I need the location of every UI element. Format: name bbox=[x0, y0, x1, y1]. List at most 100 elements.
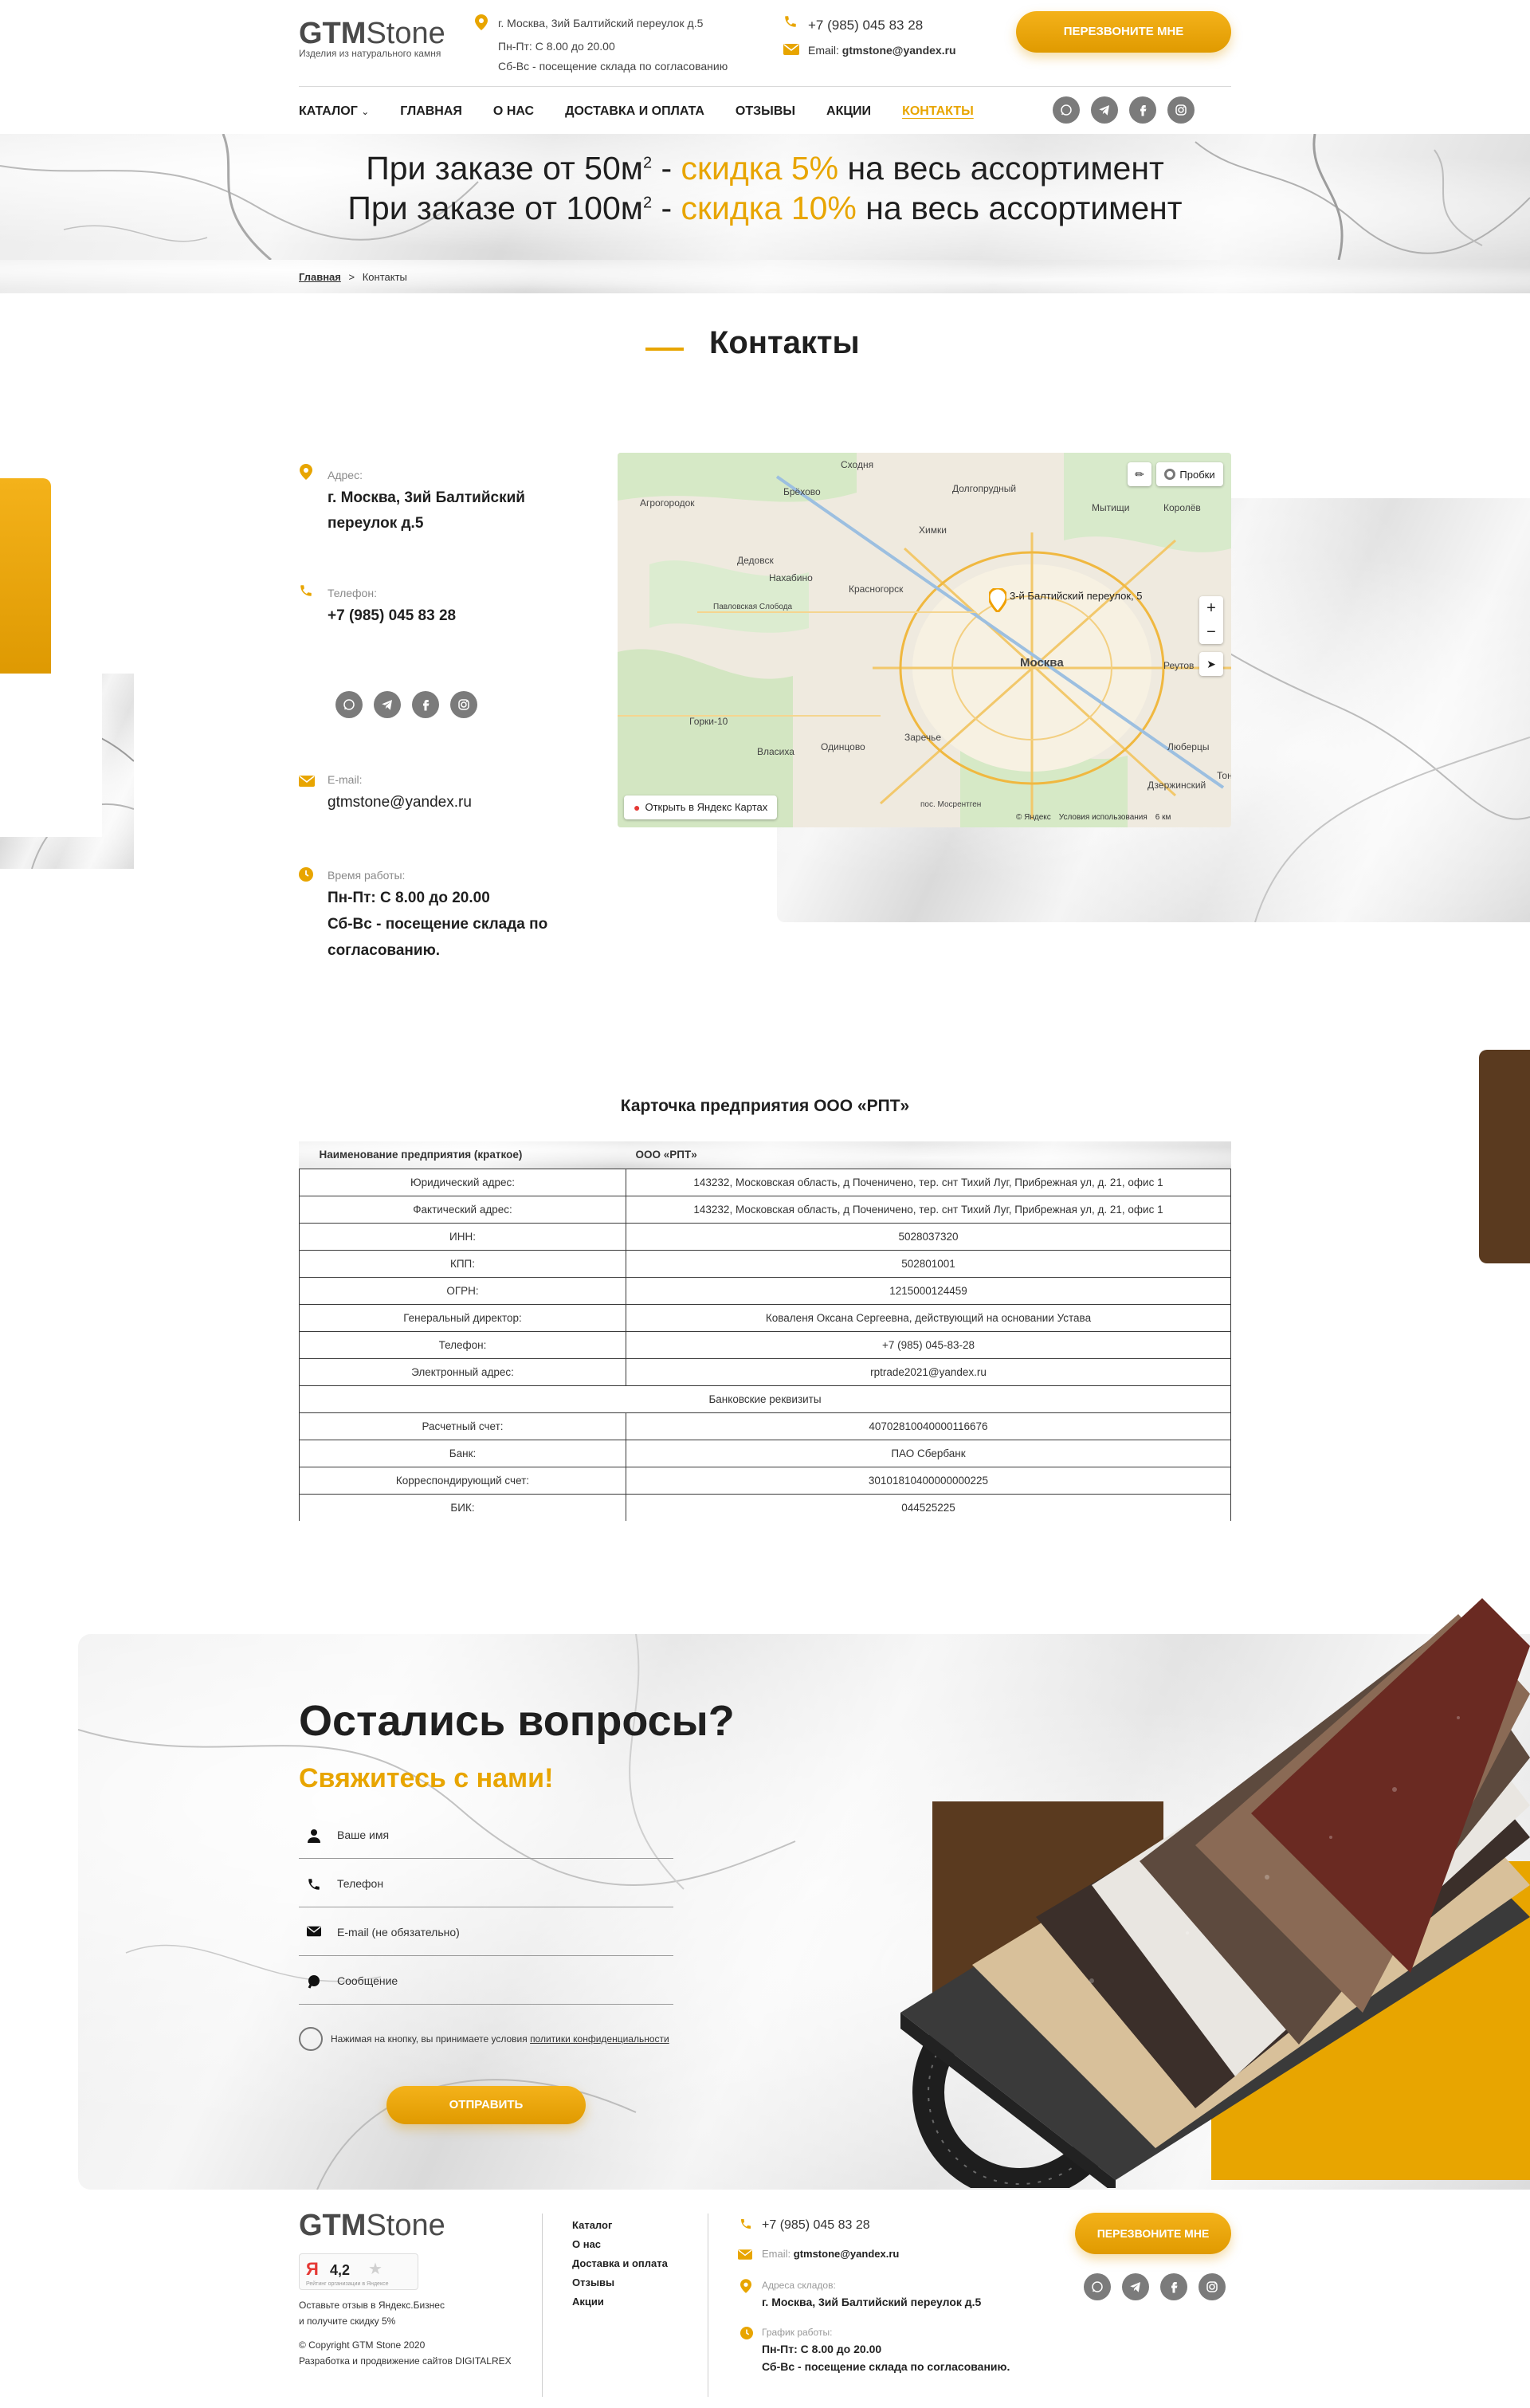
breadcrumb-home[interactable]: Главная bbox=[299, 271, 341, 283]
yandex-logo-icon: Я bbox=[306, 2259, 319, 2279]
breadcrumb-current: Контакты bbox=[362, 271, 407, 283]
consent-text: Нажимая на кнопку, вы принимаете условия… bbox=[331, 2033, 669, 2045]
table-label-cell: Генеральный директор: bbox=[299, 1303, 626, 1332]
rating-value: 4,2 bbox=[330, 2262, 351, 2278]
title-dash bbox=[645, 348, 684, 351]
logo[interactable]: GTMStone Изделия из натурального камня bbox=[299, 18, 445, 59]
whatsapp-icon[interactable] bbox=[1053, 96, 1080, 124]
map-scale: 6 км bbox=[1155, 813, 1171, 822]
phone-label: Телефон: bbox=[328, 587, 377, 599]
instagram-icon[interactable] bbox=[1167, 96, 1195, 124]
map-marker-label: 3-й Балтийский переулок, 5 bbox=[1010, 590, 1143, 602]
rating-caption: Рейтинг организации в Яндексе bbox=[306, 2281, 389, 2287]
header-email[interactable]: gtmstone@yandex.ru bbox=[842, 44, 956, 57]
map-place-label: Москва bbox=[1020, 656, 1064, 670]
contact-info: Адрес: г. Москва, 3ий Балтийский переуло… bbox=[299, 462, 586, 964]
nav-item-reviews[interactable]: Отзывы bbox=[736, 104, 795, 119]
table-label-cell: Электронный адрес: bbox=[299, 1357, 626, 1386]
footer-copyright: © Copyright GTM Stone 2020 bbox=[299, 2339, 426, 2351]
map-place-label: Долгопрудный bbox=[952, 483, 1017, 494]
facebook-icon[interactable] bbox=[412, 691, 439, 718]
map-marker[interactable] bbox=[987, 587, 1008, 616]
footer-logo[interactable]: GTMStone bbox=[299, 2210, 445, 2241]
whatsapp-icon[interactable] bbox=[335, 691, 363, 718]
consent-checkbox[interactable] bbox=[299, 2027, 323, 2051]
telegram-icon[interactable] bbox=[1122, 2273, 1149, 2300]
chat-bubble-icon bbox=[307, 1974, 321, 1989]
phone-icon bbox=[783, 14, 798, 33]
hours-line-1: Пн-Пт: С 8.00 до 20.00 bbox=[328, 890, 490, 906]
nav-item-home[interactable]: Главная bbox=[400, 104, 462, 119]
instagram-icon[interactable] bbox=[450, 691, 477, 718]
nav-item-about[interactable]: О нас bbox=[493, 104, 534, 119]
map-place-label: пос. Мосрентген bbox=[920, 800, 982, 809]
traffic-icon bbox=[1164, 469, 1176, 480]
map-place-label: Брёхово bbox=[783, 486, 821, 497]
breadcrumb-separator: > bbox=[348, 271, 355, 283]
map-ruler-button[interactable]: ✏ bbox=[1128, 462, 1151, 486]
table-value-cell: 5028037320 bbox=[626, 1222, 1231, 1251]
table-value-cell: ПАО Сбербанк bbox=[626, 1439, 1231, 1467]
zoom-out-button[interactable]: − bbox=[1199, 620, 1223, 644]
name-field[interactable]: Ваше имя bbox=[299, 1811, 673, 1859]
map-place-label: Павловская Слобода bbox=[713, 603, 793, 611]
table-value-cell: Коваленя Оксана Сергеевна, действующий н… bbox=[626, 1303, 1231, 1332]
table-row: Телефон: +7 (985) 045-83-28 bbox=[299, 1330, 1231, 1359]
contact-phone[interactable]: +7 (985) 045 83 28 bbox=[328, 603, 456, 629]
review-line-1: Оставьте отзыв в Яндекс.Бизнес bbox=[299, 2300, 445, 2311]
footer-phone[interactable]: +7 (985) 045 83 28 bbox=[762, 2218, 870, 2233]
open-in-yandex-button[interactable]: ● Открыть в Яндекс Картах bbox=[624, 795, 778, 819]
callback-button[interactable]: Перезвоните мне bbox=[1016, 11, 1231, 53]
footer-developer[interactable]: Разработка и продвижение сайтов DIGITALR… bbox=[299, 2355, 512, 2367]
header-phone[interactable]: +7 (985) 045 83 28 bbox=[808, 18, 923, 33]
instagram-icon[interactable] bbox=[1198, 2273, 1226, 2300]
hours-line-3: согласованию. bbox=[328, 942, 441, 959]
privacy-policy-link[interactable]: политики конфиденциальности bbox=[530, 2033, 669, 2045]
map-terms-link[interactable]: Условия использования bbox=[1059, 813, 1148, 822]
table-value-cell: 502801001 bbox=[626, 1249, 1231, 1278]
map-zoom-control: + − bbox=[1199, 596, 1223, 644]
nav-item-contacts[interactable]: Контакты bbox=[902, 104, 974, 119]
phone-field[interactable]: Телефон bbox=[299, 1860, 673, 1907]
map-place-label: Химки bbox=[919, 524, 947, 536]
telegram-icon[interactable] bbox=[374, 691, 401, 718]
submit-button[interactable]: Отправить bbox=[386, 2086, 586, 2124]
contact-socials bbox=[335, 691, 477, 718]
footer-menu-about[interactable]: О нас bbox=[572, 2235, 668, 2254]
message-placeholder: Сообщение bbox=[337, 1974, 398, 1987]
map-place-label: Реутов bbox=[1163, 660, 1195, 671]
table-value-cell: 40702810040000116676 bbox=[626, 1412, 1231, 1440]
facebook-icon[interactable] bbox=[1129, 96, 1156, 124]
user-icon bbox=[307, 1829, 321, 1843]
yandex-rating-badge[interactable]: Я 4,2 ★ Рейтинг организации в Яндексе bbox=[299, 2253, 418, 2290]
footer-email[interactable]: gtmstone@yandex.ru bbox=[794, 2248, 900, 2260]
yandex-map[interactable]: Сходня Долгопрудный Брёхово Агрогородок Мыти… bbox=[618, 453, 1231, 827]
nav-item-delivery[interactable]: Доставка и оплата bbox=[565, 104, 704, 119]
zoom-in-button[interactable]: + bbox=[1199, 596, 1223, 620]
navigation-arrow-icon: ➤ bbox=[1206, 658, 1216, 670]
footer-menu-catalog[interactable]: Каталог bbox=[572, 2216, 668, 2235]
footer-menu-reviews[interactable]: Отзывы bbox=[572, 2273, 668, 2292]
footer-callback-button[interactable]: Перезвоните мне bbox=[1075, 2213, 1231, 2254]
nav-item-catalog[interactable]: Каталог ⌄ bbox=[299, 104, 369, 119]
promo-line-1: При заказе от 50м2 - скидка 5% на весь а… bbox=[366, 150, 1164, 187]
table-value-cell: 044525225 bbox=[626, 1493, 1231, 1521]
message-field[interactable]: Сообщение bbox=[299, 1957, 673, 2005]
contact-email[interactable]: gtmstone@yandex.ru bbox=[328, 789, 472, 815]
table-row: Расчетный счет: 40702810040000116676 bbox=[299, 1412, 1231, 1440]
whatsapp-icon[interactable] bbox=[1084, 2273, 1111, 2300]
footer-menu-promotions[interactable]: Акции bbox=[572, 2292, 668, 2312]
footer-menu-delivery[interactable]: Доставка и оплата bbox=[572, 2254, 668, 2273]
map-geolocation-button[interactable]: ➤ bbox=[1199, 652, 1223, 676]
map-place-label: Мытищи bbox=[1092, 502, 1130, 513]
nav-item-promotions[interactable]: Акции bbox=[826, 104, 871, 119]
email-icon bbox=[299, 776, 315, 791]
map-place-label: Заречье bbox=[904, 732, 942, 743]
email-field[interactable]: E-mail (не обязательно) bbox=[299, 1908, 673, 1956]
table-row: Электронный адрес: rptrade2021@yandex.ru bbox=[299, 1357, 1231, 1386]
map-place-label: Одинцово bbox=[821, 741, 865, 752]
map-traffic-button[interactable]: Пробки bbox=[1156, 462, 1223, 486]
red-pin-icon: ● bbox=[634, 801, 641, 814]
facebook-icon[interactable] bbox=[1160, 2273, 1187, 2300]
telegram-icon[interactable] bbox=[1091, 96, 1118, 124]
